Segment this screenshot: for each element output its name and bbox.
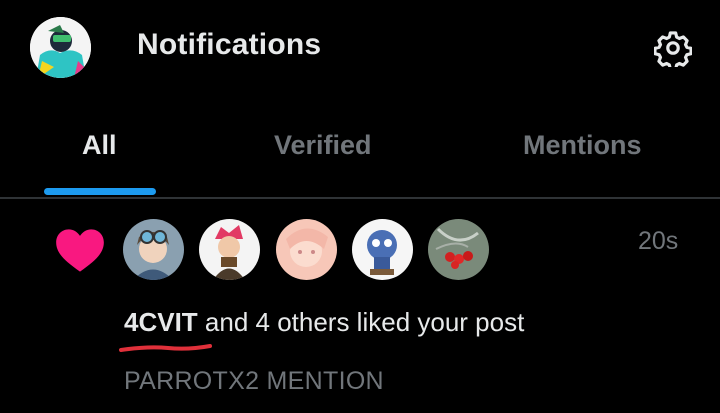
avatar[interactable]: [428, 219, 489, 280]
post-preview[interactable]: PARROTX2 MENTION: [124, 367, 384, 396]
notification-time: 20s: [638, 227, 679, 255]
notification-message: and 4 others liked your post: [197, 307, 525, 337]
notifications-page: Notifications All Verified Mentions 20s …: [0, 0, 720, 413]
notification-text: 4CVIT and 4 others liked your post: [124, 307, 524, 338]
heart-icon: [54, 227, 106, 273]
profile-avatar[interactable]: [30, 17, 91, 78]
page-title: Notifications: [137, 28, 322, 61]
tab-mentions[interactable]: Mentions: [523, 130, 642, 161]
red-underline-annotation: [118, 341, 214, 355]
notification-tabs: All Verified Mentions: [0, 110, 720, 198]
header: Notifications: [0, 0, 720, 100]
avatar[interactable]: [199, 219, 260, 280]
tab-verified[interactable]: Verified: [274, 130, 372, 161]
avatar[interactable]: [123, 219, 184, 280]
notification-item[interactable]: 20s 4CVIT and 4 others liked your post P…: [0, 199, 720, 413]
avatar[interactable]: [352, 219, 413, 280]
avatar[interactable]: [276, 219, 337, 280]
active-tab-indicator: [44, 188, 156, 195]
username-link[interactable]: 4CVIT: [124, 307, 198, 337]
tab-all[interactable]: All: [82, 130, 117, 161]
gear-icon[interactable]: [653, 29, 693, 71]
